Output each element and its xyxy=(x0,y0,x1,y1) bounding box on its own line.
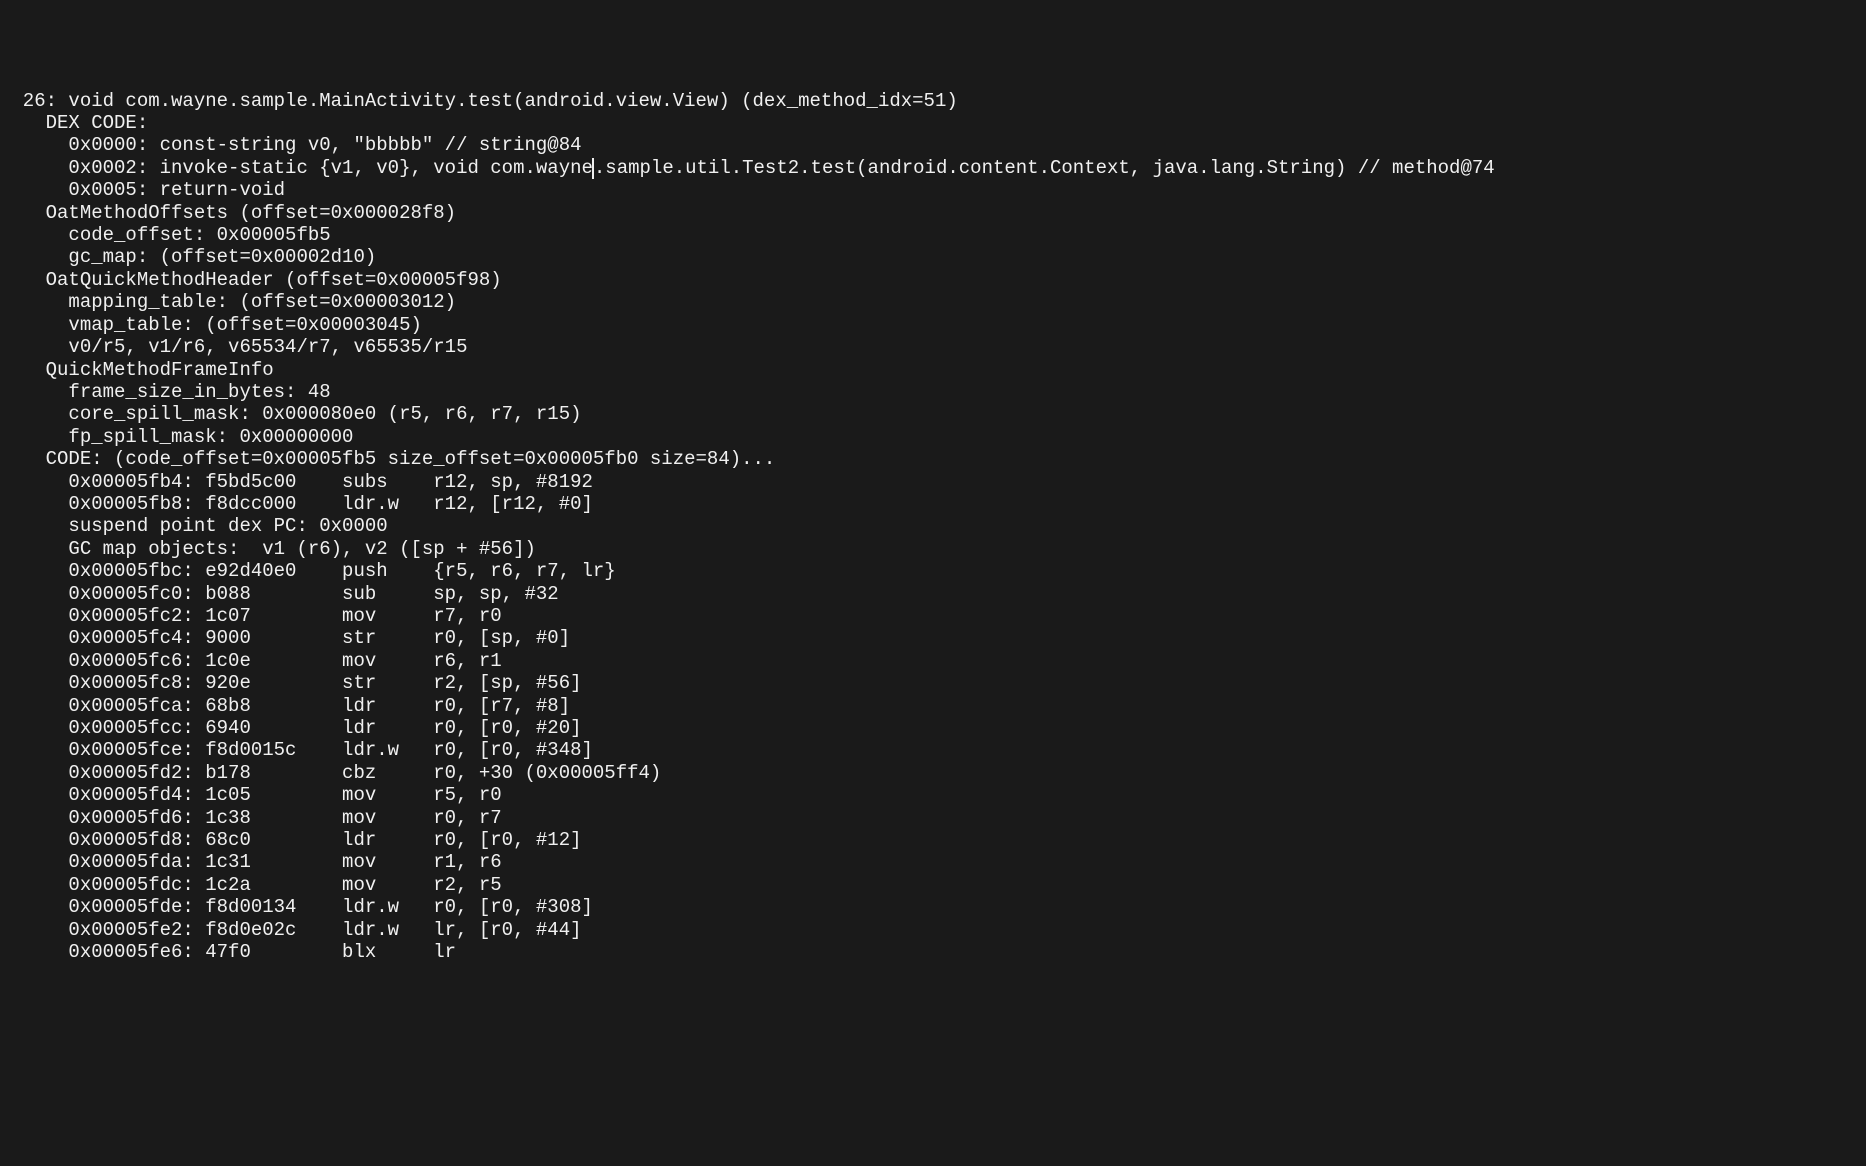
code-line: CODE: (code_offset=0x00005fb5 size_offse… xyxy=(0,448,1866,470)
code-line: 0x00005fc8: 920e str r2, [sp, #56] xyxy=(0,672,1866,694)
code-line: gc_map: (offset=0x00002d10) xyxy=(0,246,1866,268)
code-line: 0x00005fe6: 47f0 blx lr xyxy=(0,941,1866,963)
code-line: 0x00005fda: 1c31 mov r1, r6 xyxy=(0,851,1866,873)
code-line: 0x00005fc4: 9000 str r0, [sp, #0] xyxy=(0,627,1866,649)
code-line: 0x00005fc2: 1c07 mov r7, r0 xyxy=(0,605,1866,627)
code-line: 0x00005fd8: 68c0 ldr r0, [r0, #12] xyxy=(0,829,1866,851)
code-line: 26: void com.wayne.sample.MainActivity.t… xyxy=(0,90,1866,112)
code-line: 0x00005fd6: 1c38 mov r0, r7 xyxy=(0,807,1866,829)
code-line: v0/r5, v1/r6, v65534/r7, v65535/r15 xyxy=(0,336,1866,358)
code-line: 0x00005fbc: e92d40e0 push {r5, r6, r7, l… xyxy=(0,560,1866,582)
code-line: 0x00005fd4: 1c05 mov r5, r0 xyxy=(0,784,1866,806)
code-line: fp_spill_mask: 0x00000000 xyxy=(0,426,1866,448)
code-line: frame_size_in_bytes: 48 xyxy=(0,381,1866,403)
code-line: 0x00005fc0: b088 sub sp, sp, #32 xyxy=(0,583,1866,605)
oatdump-output: 26: void com.wayne.sample.MainActivity.t… xyxy=(0,90,1866,964)
code-line: 0x00005fb4: f5bd5c00 subs r12, sp, #8192 xyxy=(0,471,1866,493)
code-line: suspend point dex PC: 0x0000 xyxy=(0,515,1866,537)
code-line: 0x00005fde: f8d00134 ldr.w r0, [r0, #308… xyxy=(0,896,1866,918)
code-line: 0x00005fe2: f8d0e02c ldr.w lr, [r0, #44] xyxy=(0,919,1866,941)
code-line: DEX CODE: xyxy=(0,112,1866,134)
code-line: 0x00005fd2: b178 cbz r0, +30 (0x00005ff4… xyxy=(0,762,1866,784)
code-line: 0x00005fc6: 1c0e mov r6, r1 xyxy=(0,650,1866,672)
code-line: vmap_table: (offset=0x00003045) xyxy=(0,314,1866,336)
code-line: 0x0000: const-string v0, "bbbbb" // stri… xyxy=(0,134,1866,156)
code-line: QuickMethodFrameInfo xyxy=(0,359,1866,381)
code-line: 0x00005fb8: f8dcc000 ldr.w r12, [r12, #0… xyxy=(0,493,1866,515)
code-line: 0x0002: invoke-static {v1, v0}, void com… xyxy=(0,157,1866,179)
code-line: 0x00005fdc: 1c2a mov r2, r5 xyxy=(0,874,1866,896)
code-line: 0x00005fca: 68b8 ldr r0, [r7, #8] xyxy=(0,695,1866,717)
code-line: GC map objects: v1 (r6), v2 ([sp + #56]) xyxy=(0,538,1866,560)
code-line: code_offset: 0x00005fb5 xyxy=(0,224,1866,246)
code-line: OatQuickMethodHeader (offset=0x00005f98) xyxy=(0,269,1866,291)
code-line: 0x0005: return-void xyxy=(0,179,1866,201)
code-line: core_spill_mask: 0x000080e0 (r5, r6, r7,… xyxy=(0,403,1866,425)
code-line: 0x00005fcc: 6940 ldr r0, [r0, #20] xyxy=(0,717,1866,739)
code-line: 0x00005fce: f8d0015c ldr.w r0, [r0, #348… xyxy=(0,739,1866,761)
code-line: OatMethodOffsets (offset=0x000028f8) xyxy=(0,202,1866,224)
code-line: mapping_table: (offset=0x00003012) xyxy=(0,291,1866,313)
